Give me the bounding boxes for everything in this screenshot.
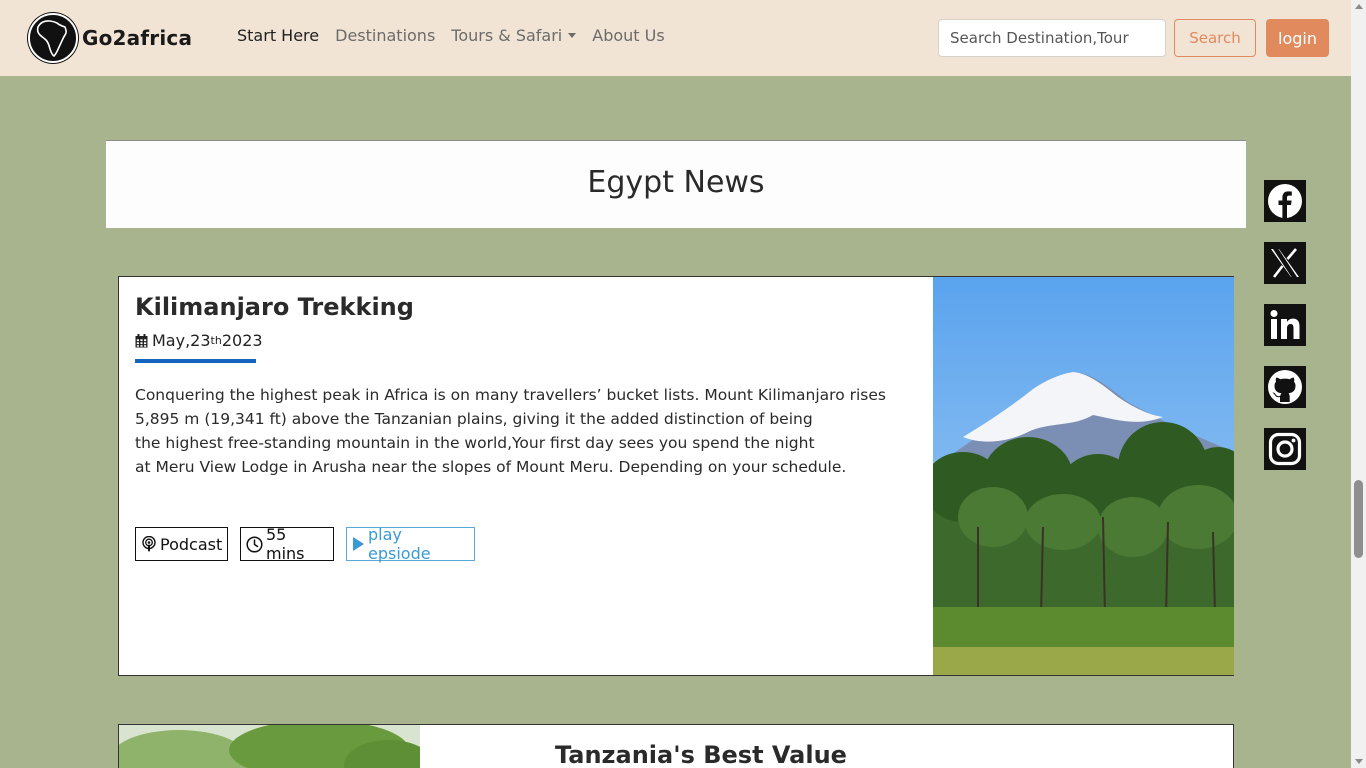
search-input[interactable]	[938, 19, 1166, 57]
article-body-line: at Meru View Lodge in Arusha near the sl…	[135, 458, 847, 476]
github-icon[interactable]	[1264, 366, 1306, 408]
article-card: Kilimanjaro Trekking May,23 th 2023 Conqu…	[118, 276, 1234, 676]
article-title: Tanzania's Best Value	[555, 741, 847, 768]
page-header-banner: Egypt News	[106, 140, 1246, 228]
article-body-line: Conquering the highest peak in Africa is…	[135, 386, 886, 404]
podcast-label: Podcast	[160, 534, 223, 554]
clock-icon	[246, 535, 263, 553]
date-day: May,23	[152, 331, 211, 350]
nav-tours-safari[interactable]: Tours & Safari	[451, 26, 577, 45]
login-button[interactable]: login	[1266, 19, 1329, 57]
scroll-up-arrow-icon[interactable]	[1355, 4, 1363, 9]
nav-tours-safari-label: Tours & Safari	[451, 26, 563, 45]
article-body: Conquering the highest peak in Africa is…	[135, 383, 915, 479]
duration-tag: 55 mins	[240, 525, 334, 563]
top-navbar: Go2africa Start Here Destinations Tours …	[0, 0, 1351, 76]
duration-label: 55 mins	[266, 525, 305, 563]
instagram-icon[interactable]	[1264, 428, 1306, 470]
brand-name: Go2africa	[82, 26, 193, 50]
kilimanjaro-image	[933, 277, 1234, 675]
play-episode-label: play epsiode	[368, 525, 431, 563]
scrollbar[interactable]	[1351, 0, 1366, 768]
nav-destinations[interactable]: Destinations	[335, 26, 435, 45]
article-card: Tanzania's Best Value	[118, 724, 1234, 768]
linkedin-icon[interactable]	[1264, 304, 1306, 346]
scroll-down-arrow-icon[interactable]	[1355, 759, 1363, 764]
africa-logo-icon	[28, 13, 78, 63]
facebook-icon[interactable]	[1264, 180, 1306, 222]
article-title: Kilimanjaro Trekking	[135, 293, 414, 321]
nav-start-here[interactable]: Start Here	[237, 26, 319, 45]
play-icon	[352, 536, 365, 552]
brand[interactable]: Go2africa	[28, 13, 192, 63]
play-episode-button[interactable]: play epsiode	[346, 525, 475, 563]
tanzania-image	[119, 725, 434, 768]
article-body-line: 5,895 m (19,341 ft) above the Tanzanian …	[135, 410, 813, 428]
x-icon[interactable]	[1264, 242, 1306, 284]
podcast-icon	[141, 536, 157, 552]
caret-down-icon	[568, 33, 577, 38]
podcast-tag: Podcast	[135, 527, 228, 561]
article-date: May,23 th 2023	[135, 331, 263, 350]
nav-about-us[interactable]: About Us	[592, 26, 664, 45]
search-button[interactable]: Search	[1174, 19, 1256, 57]
date-underline	[135, 359, 256, 363]
scrollbar-thumb[interactable]	[1354, 480, 1363, 558]
article-body-line: the highest free-standing mountain in th…	[135, 434, 815, 452]
date-year: 2023	[221, 331, 263, 350]
date-suffix: th	[210, 334, 222, 347]
nav-links: Start Here Destinations Tours & Safari A…	[237, 26, 681, 45]
page-title: Egypt News	[587, 165, 765, 200]
calendar-icon	[135, 333, 148, 348]
